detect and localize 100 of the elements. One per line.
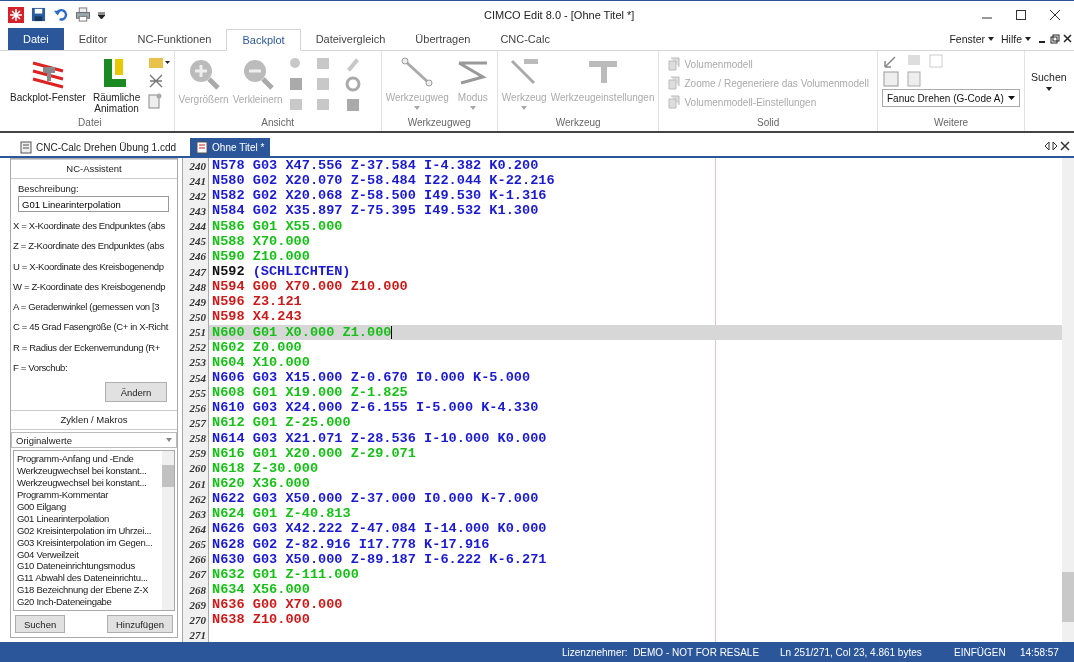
- parameter-label: X = X-Koordinate des Endpunktes (abs: [13, 219, 165, 233]
- clock: 14:58:57: [1020, 646, 1059, 658]
- scrollbar[interactable]: [162, 451, 174, 610]
- cycle-list-item[interactable]: G01 Linearinterpolation: [17, 512, 159, 525]
- code-line: N594 G00 X70.000 Z10.000: [212, 279, 408, 295]
- caret-icon: [166, 438, 172, 443]
- mdi-controls-icon[interactable]: [1038, 34, 1072, 44]
- line-number: 241: [183, 173, 209, 189]
- parameter-label: F = Vorschub:: [13, 361, 68, 376]
- parameter-label: A = Geradenwinkel (gemessen von [3: [13, 300, 160, 315]
- search-button[interactable]: Suchen: [15, 615, 66, 633]
- backplot-window-button[interactable]: Backplot-Fenster: [10, 53, 86, 103]
- group-title: Werkzeugweg: [406, 117, 472, 130]
- parameter-label: C = 45 Grad Fasengröße (C+ in X-Richt: [13, 320, 168, 335]
- caret-icon[interactable]: [1025, 37, 1031, 41]
- code-line: N634 X56.000: [212, 582, 310, 597]
- code-line: N620 X36.000: [212, 476, 310, 491]
- code-comment: (SCHLICHTEN): [252, 264, 351, 280]
- parameter-label: W = Z-Koordinate des Kreisbogenendp: [13, 279, 166, 294]
- description-field[interactable]: G01 Linearinterpolation: [18, 196, 169, 212]
- line-number: 250: [183, 309, 209, 325]
- menu-dropdown[interactable]: Fenster: [949, 33, 985, 45]
- undo-icon[interactable]: [53, 7, 68, 22]
- printer-icon[interactable]: [75, 7, 91, 22]
- panel-header: Zyklen / Makros: [11, 410, 177, 431]
- code-line: N618 Z-30.000: [212, 460, 319, 476]
- document-icon: [196, 140, 209, 154]
- code-line: N614 G03 X21.071 Z-28.536 I-10.000 K0.000: [212, 430, 547, 446]
- document-tab[interactable]: Ohne Titel *: [190, 138, 271, 156]
- cycle-list-item[interactable]: Werkzeugwechsel bei konstant...: [17, 465, 159, 478]
- menu-dropdown[interactable]: Hilfe: [1001, 33, 1022, 45]
- cycle-list-item[interactable]: Programm-Anfang und -Ende: [17, 453, 159, 466]
- cycle-list-item[interactable]: G18 Bezeichnung der Ebene Z-X: [17, 584, 159, 597]
- cycle-list-item[interactable]: G02 Kreisinterpolation im Uhrzei...: [17, 524, 159, 537]
- file-tab[interactable]: Datei: [8, 28, 64, 50]
- ribbon-tab[interactable]: Dateivergleich: [300, 28, 401, 50]
- ribbon-tab[interactable]: Übertragen: [400, 28, 486, 50]
- maximize-button[interactable]: [1016, 9, 1026, 20]
- parameter-label: Z = Z-Koordinate des Endpunktes (abs: [13, 239, 164, 254]
- code-line: N624 G01 Z-40.813: [212, 506, 351, 522]
- document-tab[interactable]: CNC-Calc Drehen Übung 1.cdd: [14, 138, 183, 156]
- code-line: N622 G03 X50.000 Z-37.000 I0.000 K-7.000: [212, 491, 539, 507]
- cycle-list-item[interactable]: G03 Kreisinterpolation im Gegen...: [17, 536, 159, 549]
- cycle-list-item[interactable]: G11 Abwahl des Dateneinrichtu...: [17, 572, 159, 585]
- cycle-list-item[interactable]: G04 Verweilzeit: [17, 548, 159, 561]
- line-number: 264: [183, 521, 209, 537]
- code-line: N630 G03 X50.000 Z-89.187 I-6.222 K-6.271: [212, 551, 547, 567]
- solid-model-icon: [667, 95, 682, 109]
- search-button[interactable]: Suchen: [1025, 51, 1073, 91]
- ribbon-tab[interactable]: NC-Funktionen: [122, 28, 227, 50]
- tab-navigation-icon[interactable]: [1044, 141, 1070, 151]
- line-number: 248: [183, 279, 209, 295]
- group-title: Werkzeug: [554, 117, 602, 130]
- line-number: 256: [183, 400, 209, 416]
- line-number: 271: [183, 627, 209, 643]
- cycle-list-item[interactable]: G10 Dateneinrichtungsmodus: [17, 560, 159, 573]
- scissors-icon[interactable]: [147, 73, 164, 89]
- cycle-list-item[interactable]: Werkzeugwechsel bei konstant...: [17, 477, 159, 490]
- group-title: Weitere: [932, 117, 970, 130]
- ribbon-tab[interactable]: Backplot: [226, 29, 301, 51]
- code-line: N636 G00 X70.000: [212, 597, 343, 613]
- cycle-list-item[interactable]: Programm-Kommentar: [17, 489, 159, 501]
- customize-caret-icon[interactable]: [98, 10, 105, 19]
- animation-button[interactable]: Räumliche Animation: [89, 53, 144, 114]
- machine-dropdown[interactable]: Fanuc Drehen (G-Code A): [882, 89, 1020, 107]
- caret-icon[interactable]: [988, 37, 994, 41]
- cycle-list-item[interactable]: G20 Inch-Dateneingabe: [17, 596, 159, 608]
- code-line: N598 X4.243: [212, 309, 302, 325]
- panel-header: NC-Assistent: [11, 159, 177, 179]
- app-logo-icon[interactable]: [8, 6, 24, 23]
- folder-icon[interactable]: [147, 55, 170, 69]
- ribbon-tab[interactable]: Editor: [63, 28, 123, 50]
- code-line: N628 G02 Z-82.916 I17.778 K-17.916: [212, 536, 490, 552]
- line-number: 257: [183, 415, 209, 431]
- group-title: Datei: [77, 117, 103, 130]
- solid-model-icon: [667, 57, 682, 71]
- code-editor[interactable]: [182, 158, 1074, 642]
- insert-mode: EINFÜGEN: [954, 646, 1007, 658]
- code-line: N590 Z10.000: [212, 248, 310, 264]
- line-number: 262: [183, 491, 209, 507]
- save-icon[interactable]: [31, 7, 46, 22]
- add-button[interactable]: Hinzufügen: [106, 615, 173, 633]
- change-button[interactable]: Ändern: [105, 382, 167, 403]
- code-line: N612 G01 Z-25.000: [212, 415, 351, 431]
- caret-icon: [1045, 87, 1052, 91]
- caret-icon: [469, 106, 476, 110]
- code-line: N584 G02 X35.897 Z-75.395 I49.532 K1.300: [212, 203, 539, 219]
- line-number: 249: [183, 294, 209, 310]
- code-line: N616 G01 X20.000 Z-29.071: [212, 445, 416, 461]
- cycle-list-item[interactable]: G00 Eilgang: [17, 500, 159, 513]
- code-line: N638 Z10.000: [212, 612, 310, 628]
- ribbon-tab[interactable]: CNC-Calc: [485, 28, 565, 50]
- close-button[interactable]: [1050, 9, 1060, 20]
- scrollbar[interactable]: [1062, 158, 1074, 642]
- code-line: N580 G02 X20.070 Z-58.484 I22.044 K-22.216: [212, 173, 555, 189]
- description-label: Beschreibung:: [17, 183, 80, 196]
- line-number: 240: [183, 158, 209, 174]
- window-title: CIMCO Edit 8.0 - [Ohne Titel *]: [483, 8, 636, 21]
- values-dropdown[interactable]: Originalwerte: [11, 432, 177, 449]
- code-line: N604 X10.000: [212, 354, 310, 370]
